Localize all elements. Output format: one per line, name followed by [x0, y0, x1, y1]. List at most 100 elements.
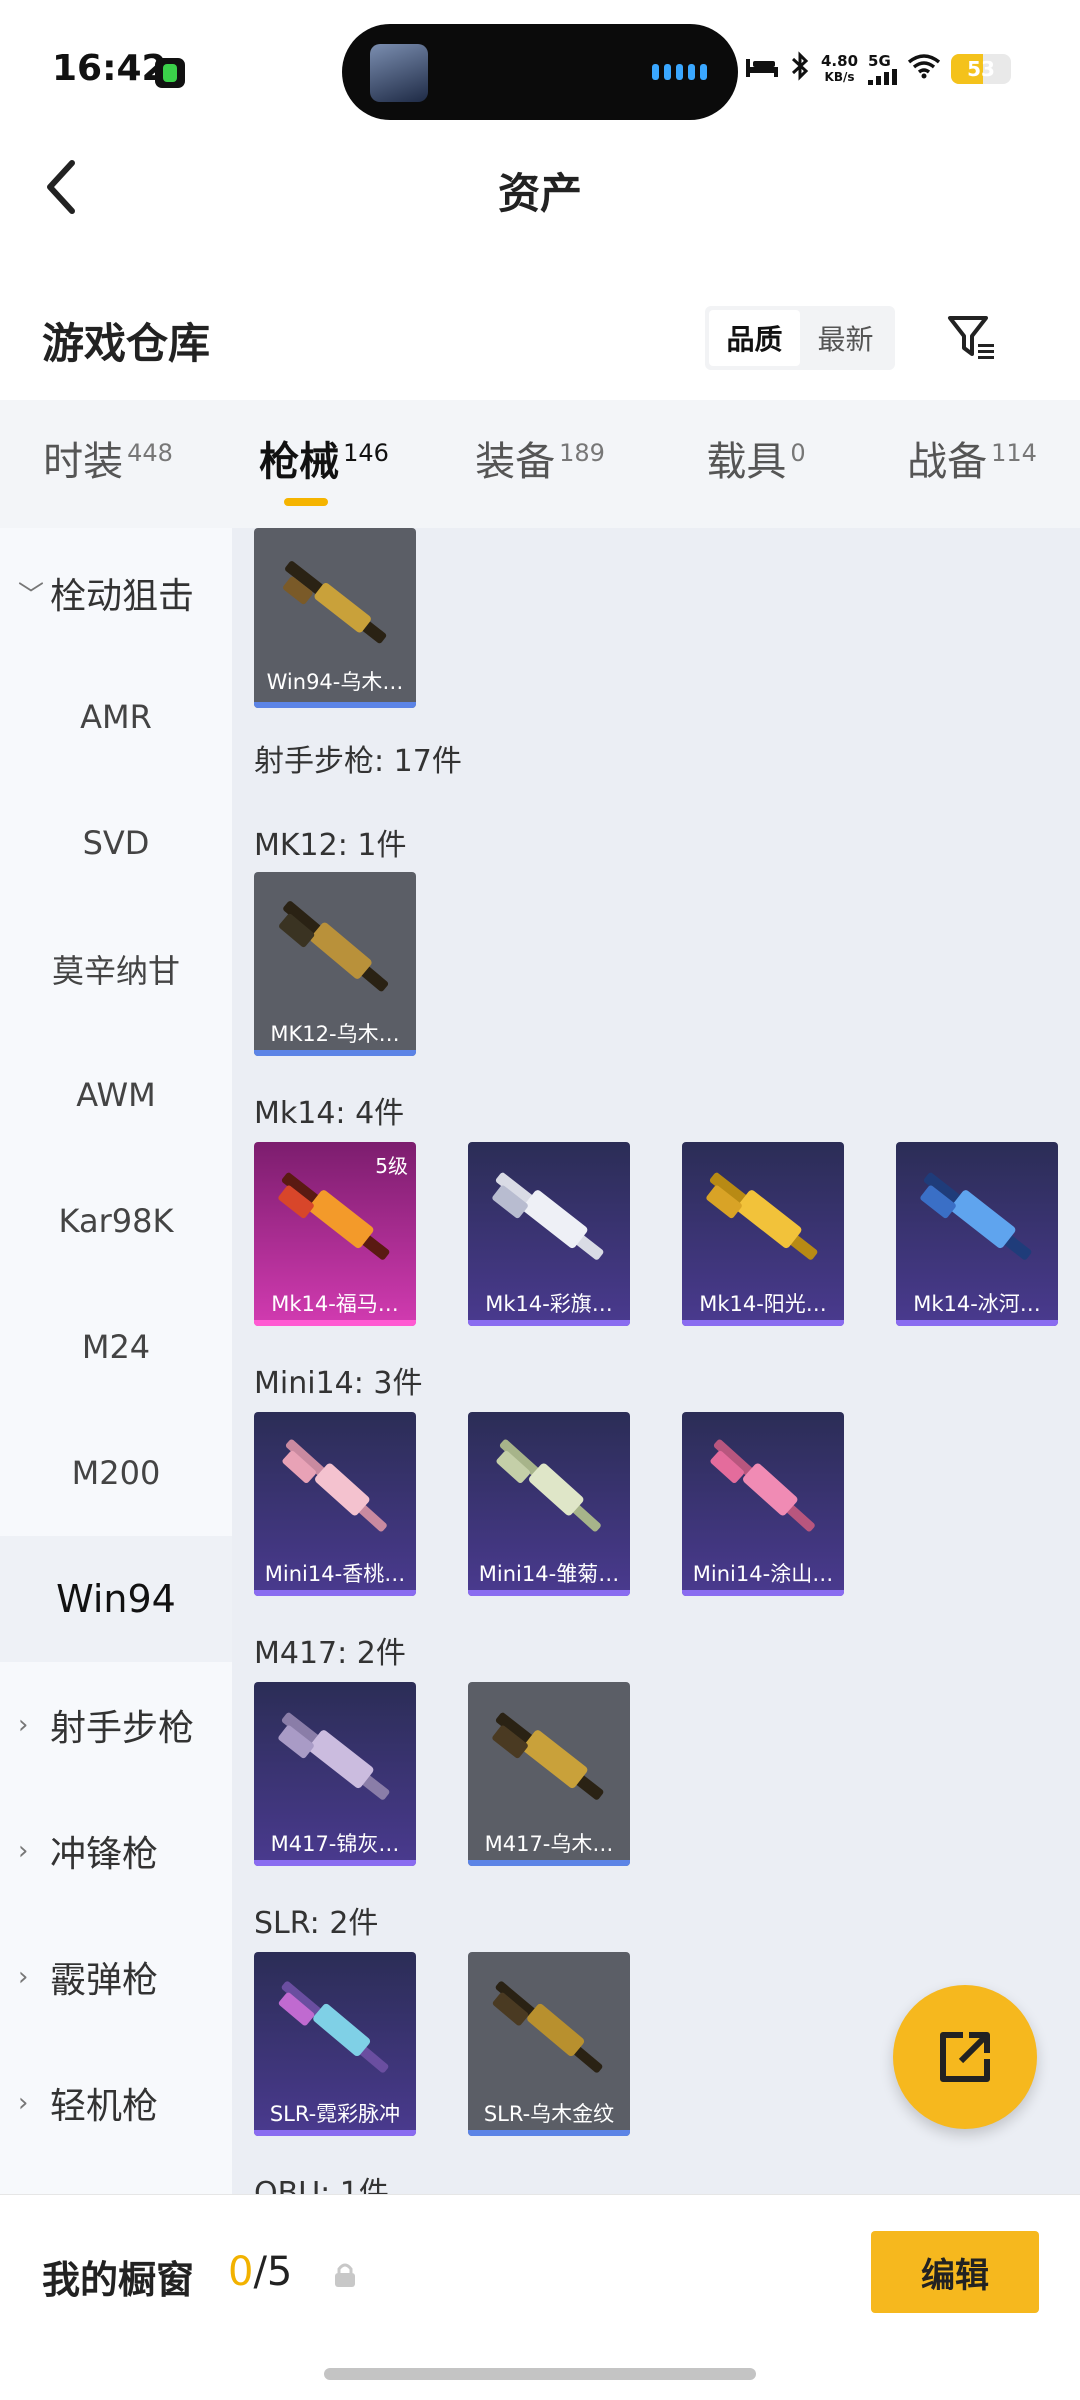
chevron-right-icon: › [18, 1836, 29, 1866]
bluetooth-icon [789, 51, 811, 87]
filter-icon [948, 316, 994, 359]
rifle-icon [706, 1172, 818, 1260]
quality-strip [468, 2130, 630, 2136]
sidebar-item-m200[interactable]: M200 [0, 1410, 232, 1536]
tab-vehicles[interactable]: 载具 0 [648, 400, 864, 528]
weapon-name: SLR-霓彩脉冲 [269, 2102, 401, 2126]
tab-label: 枪械 [259, 439, 340, 485]
weapon-name: MK12-乌木… [270, 1022, 400, 1046]
sidebar-item-label: 栓动狙击 [50, 576, 195, 617]
weapon-card[interactable]: Mk14-阳光… [682, 1142, 844, 1326]
tab-count: 448 [127, 439, 173, 467]
weapon-name: Mini14-雏菊… [478, 1562, 620, 1586]
quality-strip [682, 1590, 844, 1596]
weapon-name: Mk14-冰河… [913, 1292, 1041, 1316]
network-type: 5G [868, 53, 898, 85]
category-summary: 射手步枪: 17件 [254, 744, 462, 779]
sidebar-item-kar98k[interactable]: Kar98K [0, 1158, 232, 1284]
sort-toggle[interactable]: 品质 最新 [705, 306, 895, 370]
quality-strip [254, 1320, 416, 1326]
quality-strip [682, 1320, 844, 1326]
tab-firearms[interactable]: 枪械 146 [216, 400, 432, 528]
weapon-card[interactable]: M417-乌木… [468, 1682, 630, 1866]
chevron-right-icon: › [18, 2088, 29, 2118]
weapon-name: Mini14-香桃… [264, 1562, 406, 1586]
weapon-group-label: QBU: 1件 [254, 2176, 389, 2194]
filter-button[interactable] [940, 306, 1004, 370]
net-speed: 4.80 KB/s [821, 53, 858, 85]
chevron-right-icon: › [18, 1962, 29, 1992]
rifle-icon [492, 1981, 603, 2073]
sidebar-item-svd[interactable]: SVD [0, 780, 232, 906]
weapon-card[interactable]: Mini14-雏菊… [468, 1412, 630, 1596]
weapon-grid[interactable]: Win94-乌木… 射手步枪: 17件 MK12: 1件 MK12-乌木… Mk… [232, 528, 1080, 2194]
weapon-card[interactable]: MK12-乌木… [254, 872, 416, 1056]
weapon-card[interactable]: Win94-乌木… [254, 528, 416, 708]
weapon-card[interactable]: Mini14-香桃… [254, 1412, 416, 1596]
sidebar-item-label: 轻机枪 [50, 2086, 159, 2127]
quality-strip [254, 2130, 416, 2136]
showcase-total: /5 [253, 2249, 293, 2295]
tab-count: 189 [559, 439, 605, 467]
page-title: 资产 [497, 169, 582, 218]
weapon-group-label: MK12: 1件 [254, 828, 407, 863]
category-tabs: 时装 448 枪械 146 装备 189 载具 0 战备 114 [0, 400, 1080, 528]
tab-supplies[interactable]: 战备 114 [864, 400, 1080, 528]
sort-by-newest[interactable]: 最新 [800, 310, 891, 366]
sidebar-group-shotgun[interactable]: › 霰弹枪 [0, 1914, 232, 2040]
share-fab[interactable] [893, 1985, 1037, 2129]
rifle-icon [278, 1981, 389, 2073]
tab-label: 时装 [43, 439, 124, 485]
weapon-card[interactable]: Mini14-涂山… [682, 1412, 844, 1596]
rifle-icon [492, 1712, 604, 1800]
weapon-name: SLR-乌木金纹 [483, 2102, 615, 2126]
music-artwork-icon [370, 44, 428, 102]
quality-strip [254, 1050, 416, 1056]
tab-gear[interactable]: 装备 189 [432, 400, 648, 528]
chevron-right-icon: › [18, 1710, 29, 1740]
weapon-group-label: M417: 2件 [254, 1636, 406, 1671]
dynamic-island[interactable] [342, 24, 738, 120]
sidebar-group-bolt-action[interactable]: ﹀ 栓动狙击 [0, 530, 232, 656]
quality-strip [468, 1590, 630, 1596]
net-speed-value: 4.80 [821, 52, 859, 70]
lock-icon [335, 2263, 355, 2287]
sidebar-item-amr[interactable]: AMR [0, 654, 232, 780]
sidebar-item-mosin[interactable]: 莫辛纳甘 [0, 906, 232, 1032]
active-tab-indicator [284, 498, 328, 506]
showcase-bar: 我的橱窗 0/5 编辑 [0, 2194, 1080, 2354]
weapon-name: M417-锦灰… [270, 1832, 400, 1856]
weapon-name: M417-乌木… [484, 1832, 614, 1856]
weapon-card[interactable]: Mk14-彩旗… [468, 1142, 630, 1326]
sort-by-quality[interactable]: 品质 [709, 310, 800, 366]
sidebar-group-smg[interactable]: › 冲锋枪 [0, 1788, 232, 1914]
weapon-card[interactable]: M417-锦灰… [254, 1682, 416, 1866]
sidebar-item-label: 冲锋枪 [50, 1834, 159, 1875]
sidebar-group-lmg[interactable]: › 轻机枪 [0, 2040, 232, 2166]
quality-strip [254, 1590, 416, 1596]
sidebar-item-win94[interactable]: Win94 [0, 1536, 232, 1662]
weapon-card[interactable]: Mk14-冰河… [896, 1142, 1058, 1326]
quality-strip [896, 1320, 1058, 1326]
weapon-name: Win94-乌木… [266, 670, 404, 694]
weapon-group-label: SLR: 2件 [254, 1906, 379, 1941]
quality-strip [468, 1320, 630, 1326]
sidebar-group-dmr[interactable]: › 射手步枪 [0, 1662, 232, 1788]
weapon-card[interactable]: SLR-霓彩脉冲 [254, 1952, 416, 2136]
status-time: 16:42 [52, 48, 167, 89]
sidebar-item-label: 霰弹枪 [50, 1960, 159, 2001]
sidebar-item-awm[interactable]: AWM [0, 1032, 232, 1158]
rifle-icon [278, 1172, 390, 1260]
edit-button[interactable]: 编辑 [871, 2231, 1039, 2313]
weapon-type-sidebar[interactable]: ﹀ 栓动狙击 AMR SVD 莫辛纳甘 AWM Kar98K M24 M200 W… [0, 528, 232, 2194]
weapon-card[interactable]: SLR-乌木金纹 [468, 1952, 630, 2136]
sidebar-item-m24[interactable]: M24 [0, 1284, 232, 1410]
tab-outfits[interactable]: 时装 448 [0, 400, 216, 528]
weapon-card[interactable]: 5级 Mk14-福马… [254, 1142, 416, 1326]
signal-icon [868, 69, 898, 85]
showcase-current: 0 [228, 2249, 254, 2295]
showcase-label: 我的橱窗 [42, 2258, 195, 2302]
home-indicator[interactable] [324, 2368, 756, 2380]
chevron-down-icon: ﹀ [18, 580, 45, 611]
rifle-icon [920, 1172, 1032, 1260]
